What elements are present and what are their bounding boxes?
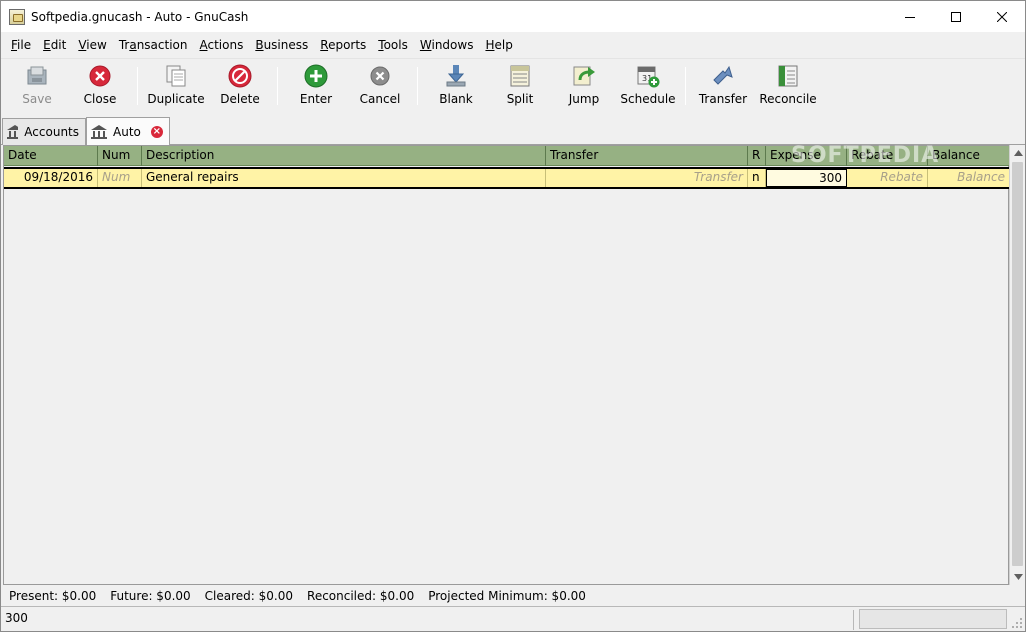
close-button[interactable]: Close xyxy=(81,63,119,111)
bank-icon xyxy=(91,125,107,139)
cell-reconciled[interactable]: n xyxy=(748,169,766,187)
title-bar: Softpedia.gnucash - Auto - GnuCash xyxy=(1,1,1025,32)
cell-transfer[interactable]: Transfer xyxy=(546,169,748,187)
summary-present: Present: $0.00 xyxy=(9,589,97,603)
menu-actions[interactable]: Actions xyxy=(193,35,249,55)
column-header-num[interactable]: Num xyxy=(98,146,142,166)
window-controls xyxy=(887,1,1025,32)
close-icon xyxy=(997,11,1007,22)
register: Date Num Description Transfer R Expense … xyxy=(3,145,1009,585)
maximize-button[interactable] xyxy=(933,1,979,32)
save-icon xyxy=(24,63,50,89)
vertical-scrollbar[interactable] xyxy=(1009,145,1025,585)
column-header-description[interactable]: Description xyxy=(142,146,546,166)
duplicate-button[interactable]: Duplicate xyxy=(147,63,205,111)
minimize-button[interactable] xyxy=(887,1,933,32)
plus-icon xyxy=(303,63,329,89)
menu-business[interactable]: Business xyxy=(249,35,314,55)
reconcile-button[interactable]: Reconcile xyxy=(759,63,817,111)
status-bar: 300 xyxy=(1,606,1025,631)
jump-icon xyxy=(571,63,597,89)
tab-auto[interactable]: Auto × xyxy=(86,117,170,146)
blank-button[interactable]: Blank xyxy=(437,63,475,111)
cancel-button[interactable]: Cancel xyxy=(357,63,403,111)
column-header-balance[interactable]: Balance xyxy=(928,146,1009,166)
toolbar-separator xyxy=(137,67,138,105)
summary-projected-minimum: Projected Minimum: $0.00 xyxy=(428,589,586,603)
delete-icon xyxy=(227,63,253,89)
menu-edit[interactable]: Edit xyxy=(37,35,72,55)
cell-balance: Balance xyxy=(957,170,1005,184)
tab-accounts[interactable]: Accounts xyxy=(2,118,86,145)
transfer-button[interactable]: Transfer xyxy=(697,63,749,111)
transaction-row[interactable]: 09/18/2016 Num General repairs Transfer … xyxy=(4,167,1009,189)
close-window-button[interactable] xyxy=(979,1,1025,32)
menu-file[interactable]: File xyxy=(5,35,37,55)
column-header-reconciled[interactable]: R xyxy=(748,146,766,166)
notebook-tabs: Accounts Auto × xyxy=(1,115,1025,146)
summary-cleared: Cleared: $0.00 xyxy=(204,589,294,603)
cell-date[interactable]: 09/18/2016 xyxy=(4,169,98,187)
menu-bar: File Edit View Transaction Actions Busin… xyxy=(1,34,1025,56)
app-window: Softpedia.gnucash - Auto - GnuCash File … xyxy=(0,0,1026,632)
toolbar-separator xyxy=(685,67,686,105)
toolbar: Save Close Duplicate Delete Enter Cancel… xyxy=(1,58,1025,114)
column-header-transfer[interactable]: Transfer xyxy=(546,146,748,166)
gnucash-app-icon xyxy=(9,8,25,25)
window-title: Softpedia.gnucash - Auto - GnuCash xyxy=(31,9,249,24)
cell-expense-input[interactable]: 300 xyxy=(766,169,847,187)
tab-close-icon[interactable]: × xyxy=(150,126,163,138)
resize-grip-icon[interactable] xyxy=(1011,617,1023,629)
enter-button[interactable]: Enter xyxy=(297,63,335,111)
menu-view[interactable]: View xyxy=(72,35,112,55)
cell-description[interactable]: General repairs xyxy=(142,169,546,187)
reconcile-icon xyxy=(775,63,801,89)
toolbar-separator xyxy=(277,67,278,105)
softpedia-watermark: SOFTPEDIA xyxy=(791,143,940,168)
maximize-icon xyxy=(951,11,961,22)
delete-button[interactable]: Delete xyxy=(219,63,261,111)
split-icon xyxy=(507,63,533,89)
cell-rebate[interactable]: Rebate xyxy=(847,169,928,187)
summary-reconciled: Reconciled: $0.00 xyxy=(307,589,415,603)
cancel-icon xyxy=(367,63,393,89)
scroll-up-arrow-icon[interactable] xyxy=(1010,145,1026,161)
scroll-down-arrow-icon[interactable] xyxy=(1010,569,1026,585)
menu-windows[interactable]: Windows xyxy=(414,35,480,55)
toolbar-separator xyxy=(417,67,418,105)
cell-num[interactable]: Num xyxy=(98,169,142,187)
summary-future: Future: $0.00 xyxy=(110,589,191,603)
split-button[interactable]: Split xyxy=(501,63,539,111)
duplicate-icon xyxy=(163,63,189,89)
register-summary-bar: Present: $0.00 Future: $0.00 Cleared: $0… xyxy=(1,586,1025,606)
transfer-icon xyxy=(710,63,736,89)
minimize-icon xyxy=(905,16,915,18)
status-text: 300 xyxy=(5,611,28,625)
bank-icon xyxy=(7,125,19,139)
calendar-schedule-icon: 31 xyxy=(635,63,661,89)
scrollbar-thumb[interactable] xyxy=(1012,162,1023,566)
blank-transaction-icon xyxy=(443,63,469,89)
jump-button[interactable]: Jump xyxy=(565,63,603,111)
schedule-button[interactable]: 31 Schedule xyxy=(619,63,677,111)
close-circle-icon xyxy=(87,63,113,89)
column-header-date[interactable]: Date xyxy=(4,146,98,166)
menu-reports[interactable]: Reports xyxy=(314,35,372,55)
menu-tools[interactable]: Tools xyxy=(372,35,414,55)
menu-transaction[interactable]: Transaction xyxy=(113,35,194,55)
menu-help[interactable]: Help xyxy=(479,35,518,55)
save-button[interactable]: Save xyxy=(19,63,55,111)
status-separator xyxy=(853,610,854,630)
progress-bar xyxy=(859,609,1007,629)
